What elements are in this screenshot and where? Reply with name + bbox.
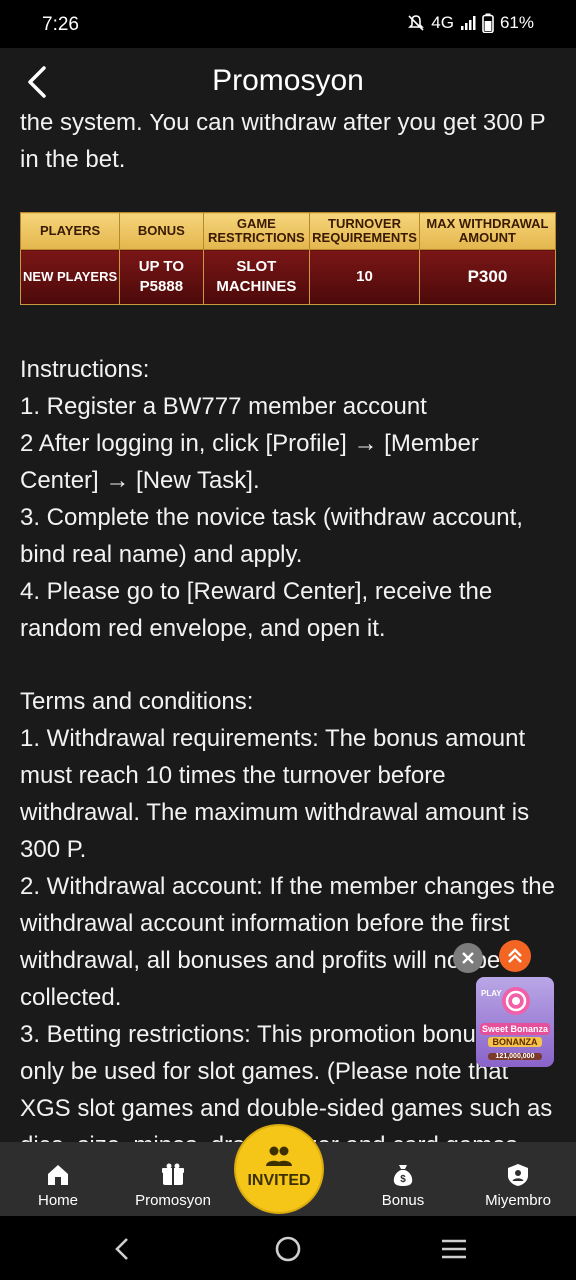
nav-bonus[interactable]: $ Bonus <box>348 1142 458 1216</box>
user-badge-icon <box>508 1164 528 1186</box>
table-cell-bonus: UP TO P5888 <box>119 249 204 305</box>
ad-subtitle: BONANZA <box>488 1037 542 1047</box>
table-header-turnover: TURNOVER REQUIREMENTS <box>309 212 420 250</box>
scroll-top-button[interactable] <box>499 940 531 972</box>
nav-home[interactable]: Home <box>3 1142 113 1216</box>
table-cell-game: SLOT MACHINES <box>202 249 311 305</box>
users-icon <box>266 1146 292 1166</box>
status-icons: 4G 61% <box>407 13 534 33</box>
table-cell-players: NEW PLAYERS <box>19 249 121 305</box>
page-title: Promosyon <box>212 64 364 97</box>
home-icon <box>48 1165 68 1185</box>
nav-miyembro-label: Miyembro <box>485 1192 551 1209</box>
table-header-game-restrictions: GAME RESTRICTIONS <box>202 212 311 250</box>
floating-game-ad[interactable]: PLAY Sweet Bonanza BONANZA 121,000,000 <box>476 977 554 1067</box>
nav-bonus-label: Bonus <box>381 1192 425 1209</box>
battery-icon <box>482 13 494 33</box>
instruction-item: 3. Complete the novice task (withdraw ac… <box>20 504 523 568</box>
system-home-icon[interactable] <box>274 1235 302 1263</box>
status-time: 7:26 <box>42 14 79 35</box>
table-header-players: PLAYERS <box>19 212 121 250</box>
invited-button[interactable]: INVITED <box>236 1126 322 1212</box>
money-bag-icon: $ <box>393 1165 413 1186</box>
battery-percent: 61% <box>499 13 534 32</box>
promo-table-row: NEW PLAYERS UP TO P5888 SLOT MACHINES 10… <box>19 249 557 305</box>
gift-icon <box>162 1163 184 1185</box>
promo-table-header-row: PLAYERS BONUS GAME RESTRICTIONS TURNOVER… <box>19 212 557 250</box>
terms-item: 1. Withdrawal requirements: The bonus am… <box>20 725 530 863</box>
ad-title: Sweet Bonanza <box>480 1023 550 1035</box>
candy-icon <box>502 987 530 1015</box>
system-nav-bar <box>0 1216 576 1280</box>
instruction-item: 1. Register a BW777 member account <box>20 393 427 420</box>
nav-promosyon-label: Promosyon <box>135 1192 211 1209</box>
app-header: Promosyon <box>0 48 576 114</box>
invited-label: INVITED <box>247 1172 311 1189</box>
instruction-item: 2 After logging in, click [Profile] → [M… <box>20 430 479 494</box>
network-type: 4G <box>431 13 454 32</box>
terms-heading: Terms and conditions: <box>20 688 254 715</box>
close-icon <box>462 952 474 964</box>
table-header-bonus: BONUS <box>119 212 204 250</box>
table-header-max-withdrawal: MAX WITHDRAWAL AMOUNT <box>418 212 557 250</box>
nav-home-label: Home <box>37 1192 78 1209</box>
svg-text:$: $ <box>400 1174 406 1185</box>
table-cell-max-withdrawal: P300 <box>418 249 557 305</box>
mute-icon <box>407 14 425 32</box>
ad-amount: 121,000,000 <box>488 1053 542 1060</box>
system-back-icon[interactable] <box>110 1236 136 1262</box>
system-menu-icon[interactable] <box>440 1237 468 1261</box>
double-chevron-up-icon <box>508 948 522 963</box>
status-bar: 7:26 4G 61% <box>0 0 576 48</box>
nav-promosyon[interactable]: Promosyon <box>118 1142 228 1216</box>
table-cell-turnover: 10 <box>309 249 420 305</box>
instructions-heading: Instructions: <box>20 356 150 383</box>
promo-table: PLAYERS BONUS GAME RESTRICTIONS TURNOVER… <box>19 212 557 305</box>
close-floating-button[interactable] <box>453 943 483 973</box>
signal-icon <box>460 15 476 31</box>
instruction-item: 4. Please go to [Reward Center], receive… <box>20 578 493 642</box>
ad-play-label: PLAY <box>481 989 502 998</box>
intro-text: the system. You can withdraw after you g… <box>20 114 546 173</box>
nav-miyembro[interactable]: Miyembro <box>463 1142 573 1216</box>
